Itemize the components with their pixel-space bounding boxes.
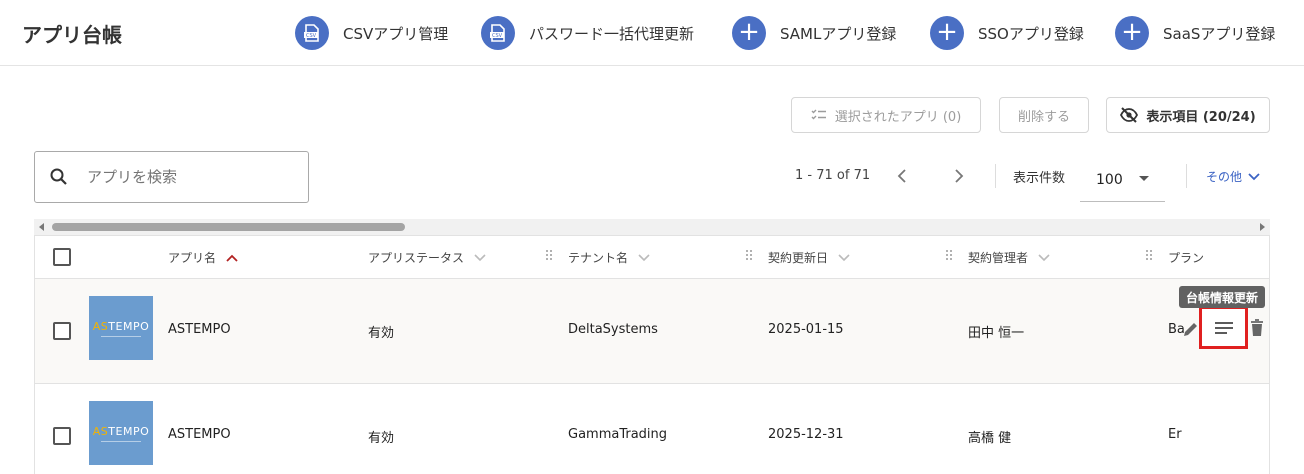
contract-manager-cell: 高橋 健 (968, 431, 1012, 446)
column-header-tenant-name[interactable]: テナント名 (568, 249, 650, 266)
tooltip: 台帳情報更新 (1179, 286, 1266, 308)
pencil-icon (1184, 323, 1197, 336)
display-items-button[interactable]: 表示項目 (20/24) (1106, 97, 1270, 133)
table-row[interactable]: ASTEMPO ASTEMPO 有効 GammaTrading 2025-12-… (35, 384, 1269, 474)
drag-handle-icon[interactable] (946, 250, 954, 262)
caret-down-icon (1139, 176, 1149, 181)
app-status-cell: 有効 (368, 326, 395, 341)
sso-app-register-label: SSOアプリ登録 (978, 24, 1084, 43)
tenant-name-cell: DeltaSystems (568, 322, 658, 337)
page-title: アプリ台帳 (22, 23, 122, 47)
renewal-date-cell: 2025-12-31 (768, 427, 844, 442)
table-row[interactable]: ASTEMPO ASTEMPO 有効 DeltaSystems 2025-01-… (35, 279, 1269, 384)
app-name-cell[interactable]: ASTEMPO (168, 322, 231, 337)
plus-icon: + (930, 16, 964, 50)
app-status-cell: 有効 (368, 431, 395, 446)
divider (995, 164, 996, 188)
csv-app-management-label: CSVアプリ管理 (343, 24, 449, 43)
plus-icon: + (732, 16, 766, 50)
horizontal-scrollbar[interactable] (34, 219, 1270, 235)
app-header: アプリ台帳 CSV CSVアプリ管理 CSV パスワード一括代理更新 + SAM… (0, 0, 1304, 66)
scrollbar-thumb[interactable] (52, 223, 405, 231)
app-logo: ASTEMPO (89, 401, 153, 465)
csv-badge-text: CSV (492, 33, 503, 39)
column-header-renewal-date[interactable]: 契約更新日 (768, 249, 850, 266)
password-bulk-update-label: パスワード一括代理更新 (529, 24, 695, 43)
column-label: テナント名 (568, 251, 629, 265)
column-header-contract-manager[interactable]: 契約管理者 (968, 249, 1050, 266)
plan-cell: Er (1168, 427, 1182, 442)
saas-app-register-button[interactable]: + SaaSアプリ登録 (1115, 16, 1275, 50)
csv-file-icon: CSV (481, 16, 515, 50)
delete-row-button[interactable] (1249, 318, 1265, 338)
chevron-left-icon (897, 169, 906, 183)
row-checkbox[interactable] (53, 427, 71, 445)
delete-label: 削除する (1017, 109, 1070, 125)
selected-apps-label: 選択されたアプリ (0) (834, 109, 962, 125)
row-checkbox[interactable] (53, 322, 71, 340)
column-label: 契約更新日 (768, 251, 829, 265)
tenant-name-cell: GammaTrading (568, 427, 668, 442)
app-search-box[interactable] (34, 151, 309, 203)
more-dropdown[interactable]: その他 (1206, 168, 1260, 185)
app-logo-text: ASTEMPO (92, 424, 150, 438)
column-header-app-status[interactable]: アプリステータス (368, 249, 486, 266)
per-page-label: 表示件数 (1013, 171, 1066, 186)
saml-app-register-button[interactable]: + SAMLアプリ登録 (732, 16, 896, 50)
drag-handle-icon[interactable] (1146, 250, 1154, 262)
per-page-select[interactable]: 100 (1080, 158, 1165, 202)
next-page-button[interactable] (947, 164, 971, 188)
chevron-right-icon (955, 169, 964, 183)
sort-icon[interactable] (1038, 253, 1050, 262)
pagination-range: 1 - 71 of 71 (795, 168, 871, 183)
sso-app-register-button[interactable]: + SSOアプリ登録 (930, 16, 1084, 50)
app-table: アプリ名 アプリステータス テナント名 契約更新日 契約管理者 プラン ASTE… (34, 235, 1270, 474)
selected-apps-button[interactable]: 選択されたアプリ (0) (791, 97, 981, 133)
sort-icon[interactable] (838, 253, 850, 262)
scroll-left-arrow-icon[interactable] (39, 223, 44, 231)
edit-button[interactable] (1181, 319, 1201, 339)
saas-app-register-label: SaaSアプリ登録 (1163, 24, 1276, 43)
column-label: アプリ名 (168, 251, 217, 265)
divider (1186, 164, 1187, 188)
csv-file-icon: CSV (295, 16, 329, 50)
eye-off-icon (1120, 107, 1139, 123)
sort-icon[interactable] (638, 253, 650, 262)
search-icon (50, 168, 67, 185)
search-input[interactable] (87, 168, 287, 186)
plus-icon: + (1115, 16, 1149, 50)
prev-page-button[interactable] (890, 164, 914, 188)
column-label: アプリステータス (368, 251, 465, 265)
app-logo: ASTEMPO (89, 296, 153, 360)
contract-manager-cell: 田中 恒一 (968, 326, 1025, 341)
column-label: 契約管理者 (968, 251, 1029, 265)
highlight-box (1199, 306, 1248, 349)
table-header: アプリ名 アプリステータス テナント名 契約更新日 契約管理者 プラン (35, 235, 1269, 279)
column-header-app-name[interactable]: アプリ名 (168, 249, 238, 266)
sort-ascending-icon[interactable] (226, 254, 238, 262)
per-page-value: 100 (1096, 171, 1123, 188)
csv-badge-text: CSV (306, 33, 317, 39)
column-label: プラン (1168, 251, 1205, 265)
app-name-cell[interactable]: ASTEMPO (168, 427, 231, 442)
password-bulk-update-button[interactable]: CSV パスワード一括代理更新 (481, 16, 694, 50)
select-all-checkbox[interactable] (53, 248, 71, 266)
column-header-plan[interactable]: プラン (1168, 249, 1204, 266)
delete-button[interactable]: 削除する (999, 97, 1089, 133)
saml-app-register-label: SAMLアプリ登録 (780, 24, 897, 43)
renewal-date-cell: 2025-01-15 (768, 322, 844, 337)
trash-icon (1251, 319, 1263, 336)
csv-app-management-button[interactable]: CSV CSVアプリ管理 (295, 16, 448, 50)
more-label: その他 (1206, 170, 1243, 184)
sort-icon[interactable] (474, 253, 486, 262)
app-logo-text: ASTEMPO (92, 319, 150, 333)
scroll-right-arrow-icon[interactable] (1260, 223, 1265, 231)
drag-handle-icon[interactable] (546, 250, 554, 262)
display-items-label: 表示項目 (20/24) (1146, 109, 1256, 125)
chevron-down-icon (1248, 172, 1260, 180)
drag-handle-icon[interactable] (746, 250, 754, 262)
checklist-icon (811, 109, 826, 120)
